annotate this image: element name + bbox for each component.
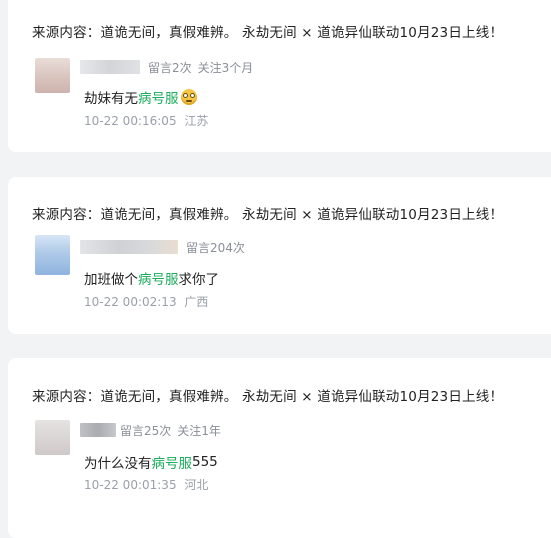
location: 江苏 xyxy=(184,114,209,128)
comment-timestamp: 10-22 00:01:35 河北 xyxy=(84,476,208,493)
avatar[interactable] xyxy=(35,58,70,93)
user-meta: 留言204次 xyxy=(80,239,251,255)
comment-count: 留言2次 xyxy=(148,60,192,75)
highlight-keyword: 病号服 xyxy=(138,272,179,288)
comment-card: 来源内容：道诡无间，真假难辨。 永劫无间 × 道诡异仙联动10月23日上线！ 留… xyxy=(8,358,551,538)
comment-text: 劫妹有无 病号服 xyxy=(84,87,197,107)
location: 广西 xyxy=(184,295,209,309)
time: 10-22 00:16:05 xyxy=(84,114,177,128)
source-content[interactable]: 来源内容：道诡无间，真假难辨。 永劫无间 × 道诡异仙联动10月23日上线！ xyxy=(32,21,503,41)
location: 河北 xyxy=(184,478,209,492)
avatar[interactable] xyxy=(35,420,70,455)
time: 10-22 00:01:35 xyxy=(84,478,177,492)
nickname-blurred[interactable] xyxy=(80,240,178,254)
user-meta: 留言2次 关注3个月 xyxy=(80,59,259,75)
time: 10-22 00:02:13 xyxy=(84,295,177,309)
nickname-blurred[interactable] xyxy=(80,423,116,437)
comment-text: 为什么没有 病号服 555 xyxy=(84,454,218,472)
source-content[interactable]: 来源内容：道诡无间，真假难辨。 永劫无间 × 道诡异仙联动10月23日上线！ xyxy=(32,385,503,405)
nickname-blurred[interactable] xyxy=(80,60,140,74)
follow-duration: 关注3个月 xyxy=(197,60,254,75)
source-content[interactable]: 来源内容：道诡无间，真假难辨。 永劫无间 × 道诡异仙联动10月23日上线！ xyxy=(32,203,503,223)
highlight-keyword: 病号服 xyxy=(138,91,179,107)
comment-timestamp: 10-22 00:02:13 广西 xyxy=(84,293,208,310)
follow-duration: 关注1年 xyxy=(177,423,221,438)
user-meta: 留言25次 关注1年 xyxy=(80,422,227,438)
comment-card: 来源内容：道诡无间，真假难辨。 永劫无间 × 道诡异仙联动10月23日上线！ 留… xyxy=(8,177,551,334)
highlight-keyword: 病号服 xyxy=(151,456,193,472)
comment-card: 来源内容：道诡无间，真假难辨。 永劫无间 × 道诡异仙联动10月23日上线！ 留… xyxy=(8,0,551,152)
comment-timestamp: 10-22 00:16:05 江苏 xyxy=(84,112,208,129)
comment-count: 留言25次 xyxy=(120,423,172,438)
flushed-face-icon xyxy=(180,89,197,105)
comment-text: 加班做个 病号服 求你了 xyxy=(84,268,219,288)
avatar[interactable] xyxy=(35,235,70,275)
comment-count: 留言204次 xyxy=(186,240,245,255)
